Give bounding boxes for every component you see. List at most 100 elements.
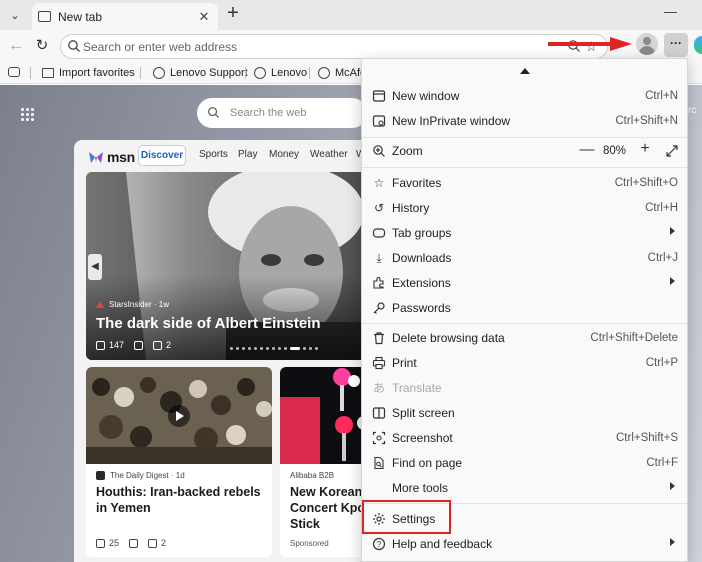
menu-item-label: New window xyxy=(392,89,460,103)
help-icon: ? xyxy=(372,537,386,551)
msn-tab-discover[interactable]: Discover xyxy=(138,145,186,166)
back-arrow-icon[interactable]: ← xyxy=(6,36,26,56)
card-headline[interactable]: New Korean Concert Kpo Stick xyxy=(290,484,365,532)
tab-new-tab[interactable]: New tab ✕ xyxy=(32,3,218,30)
menu-item-delete-browsing-data[interactable]: Delete browsing data Ctrl+Shift+Delete xyxy=(362,326,687,350)
msn-tab-play[interactable]: Play xyxy=(238,149,257,160)
hero-headline[interactable]: The dark side of Albert Einstein xyxy=(96,315,356,332)
comment-icon[interactable] xyxy=(153,340,163,350)
menu-item-history[interactable]: ↺ History Ctrl+H xyxy=(362,196,687,220)
menu-item-print[interactable]: Print Ctrl+P xyxy=(362,351,687,375)
menu-item-split-screen[interactable]: Split screen xyxy=(362,401,687,425)
tab-list-chevron-icon[interactable]: ⌄ xyxy=(4,5,26,25)
carousel-dot[interactable] xyxy=(303,347,306,350)
menu-item-label: Tab groups xyxy=(392,226,452,240)
carousel-dot[interactable] xyxy=(230,347,233,350)
copilot-icon[interactable] xyxy=(694,36,702,54)
tab-title: New tab xyxy=(58,9,103,24)
like-icon[interactable] xyxy=(96,340,105,350)
menu-item-more-tools[interactable]: More tools xyxy=(362,476,687,500)
menu-item-help-and-feedback[interactable]: ? Help and feedback xyxy=(362,532,687,556)
carousel-dot[interactable] xyxy=(278,347,281,350)
carousel-dot-active[interactable] xyxy=(290,347,300,350)
reload-icon[interactable]: ↻ xyxy=(32,36,52,56)
settings-and-more-button[interactable]: ··· xyxy=(664,33,688,57)
menu-item-label: Favorites xyxy=(392,176,442,190)
globe-icon xyxy=(318,67,330,79)
address-bar[interactable]: ☆ xyxy=(60,34,608,59)
carousel-dot[interactable] xyxy=(254,347,257,350)
menu-item-shortcut: Ctrl+Shift+S xyxy=(616,432,678,444)
history-icon: ↺ xyxy=(373,201,385,215)
web-search-box[interactable] xyxy=(197,98,367,128)
carousel-dot[interactable] xyxy=(266,347,269,350)
more-tools-icon xyxy=(372,481,386,495)
card-source: The Daily Digest · 1d xyxy=(96,471,185,480)
play-triangle xyxy=(176,411,184,421)
new-tab-plus-icon[interactable]: + xyxy=(222,3,244,25)
carousel-dot[interactable] xyxy=(309,347,312,350)
carousel-dot[interactable] xyxy=(236,347,239,350)
profile-body xyxy=(639,46,655,55)
card-headline-line: Concert Kpo xyxy=(290,501,365,515)
msn-tab-weather[interactable]: Weather xyxy=(310,149,348,160)
svg-text:?: ? xyxy=(377,540,382,549)
menu-item-inprivate[interactable]: New InPrivate window Ctrl+Shift+N xyxy=(362,109,687,133)
dislike-icon[interactable] xyxy=(129,538,139,548)
carousel-dot[interactable] xyxy=(315,347,318,350)
menu-item-label: Print xyxy=(392,356,417,370)
zoom-out-minus-icon[interactable]: — xyxy=(578,141,596,158)
menu-item-extensions[interactable]: Extensions xyxy=(362,271,687,295)
profile-avatar-icon[interactable] xyxy=(636,33,658,55)
comment-icon[interactable] xyxy=(148,538,158,548)
msn-logo[interactable]: msn xyxy=(88,149,135,165)
news-card-houthis[interactable]: The Daily Digest · 1d Houthis: Iran-back… xyxy=(86,367,272,557)
menu-item-passwords[interactable]: Passwords xyxy=(362,296,687,320)
collections-icon[interactable] xyxy=(8,67,20,77)
menu-divider xyxy=(362,323,687,324)
extensions-icon xyxy=(373,277,384,289)
carousel-dot[interactable] xyxy=(242,347,245,350)
sponsored-label: Sponsored xyxy=(290,539,329,548)
search-icon xyxy=(68,40,80,52)
carousel-dot[interactable] xyxy=(284,347,287,350)
minimize-window-icon[interactable]: — xyxy=(664,4,678,24)
menu-item-new-window[interactable]: New window Ctrl+N xyxy=(362,84,687,108)
zoom-icon xyxy=(373,145,385,157)
menu-item-find-on-page[interactable]: Find on page Ctrl+F xyxy=(362,451,687,475)
like-icon[interactable] xyxy=(96,538,105,548)
hero-article[interactable]: ◀ StarsInsider · 1w The dark side of Alb… xyxy=(86,172,374,360)
carousel-dot[interactable] xyxy=(272,347,275,350)
zoom-in-plus-icon[interactable]: + xyxy=(636,140,654,158)
globe-icon xyxy=(153,67,165,79)
favorite-import[interactable]: Import favorites xyxy=(42,65,135,81)
favorite-lenovo-support[interactable]: Lenovo Support xyxy=(153,65,248,81)
close-tab-icon[interactable]: ✕ xyxy=(196,9,212,25)
card-headline[interactable]: Houthis: Iran-backed rebels in Yemen xyxy=(96,484,261,516)
menu-caret-icon xyxy=(520,68,530,74)
favorite-lenovo[interactable]: Lenovo xyxy=(254,65,307,81)
fullscreen-expand-icon[interactable] xyxy=(665,144,679,158)
menu-item-label: History xyxy=(392,201,430,215)
news-card-sponsored[interactable]: Alibaba B2B New Korean Concert Kpo Stick… xyxy=(280,367,374,557)
menu-divider xyxy=(362,167,687,168)
starsinsider-logo-icon xyxy=(96,301,104,308)
carousel-dot[interactable] xyxy=(248,347,251,350)
menu-item-tab-groups[interactable]: Tab groups xyxy=(362,221,687,245)
menu-item-screenshot[interactable]: Screenshot Ctrl+Shift+S xyxy=(362,426,687,450)
app-launcher-grid-icon[interactable] xyxy=(20,107,34,121)
hero-previous-chevron-icon[interactable]: ◀ xyxy=(88,254,102,280)
card-source-text: Alibaba B2B xyxy=(290,471,335,480)
hero-source: StarsInsider · 1w xyxy=(96,300,169,309)
dislike-icon[interactable] xyxy=(134,340,144,350)
msn-tab-money[interactable]: Money xyxy=(269,149,299,160)
menu-item-favorites[interactable]: ☆ Favorites Ctrl+Shift+O xyxy=(362,171,687,195)
msn-tab-sports[interactable]: Sports xyxy=(199,149,228,160)
play-video-icon[interactable] xyxy=(168,405,190,427)
menu-item-downloads[interactable]: ⤓ Downloads Ctrl+J xyxy=(362,246,687,270)
web-search-input[interactable] xyxy=(230,105,350,121)
address-input[interactable] xyxy=(83,39,563,55)
favorite-mcafee[interactable]: McAfe xyxy=(318,65,366,81)
translate-icon: あ xyxy=(372,381,385,395)
carousel-dot[interactable] xyxy=(260,347,263,350)
